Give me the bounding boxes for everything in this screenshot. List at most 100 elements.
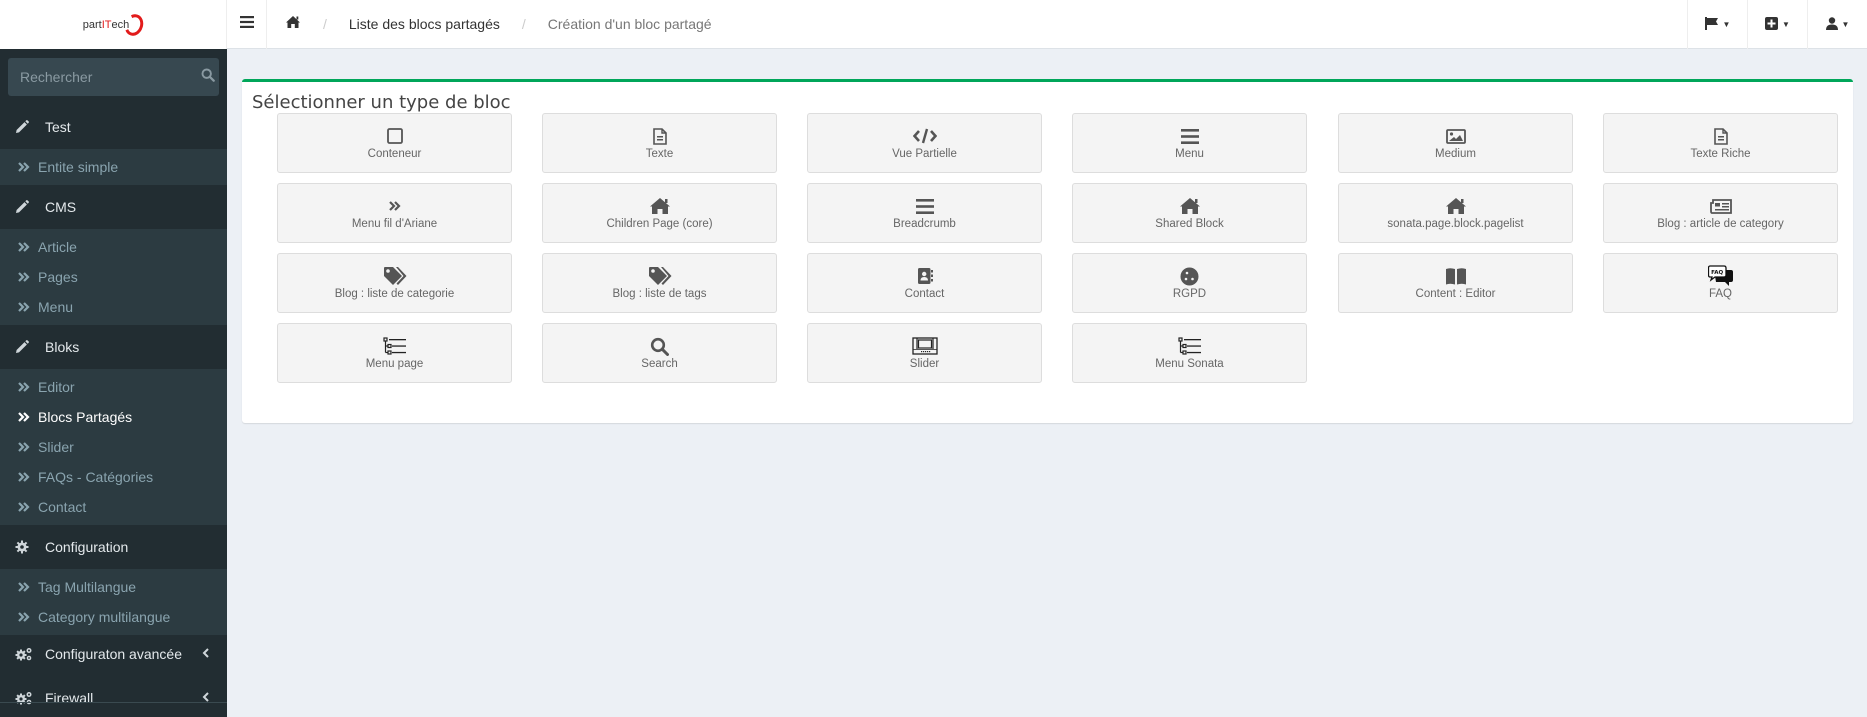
block-type-tile[interactable]: Conteneur <box>277 113 512 173</box>
block-type-label: Search <box>641 358 678 370</box>
block-type-tile[interactable]: sonata.page.block.pagelist <box>1338 183 1573 243</box>
block-type-tile[interactable]: Medium <box>1338 113 1573 173</box>
breadcrumb-separator: / <box>521 16 526 32</box>
block-type-tile[interactable]: Content : Editor <box>1338 253 1573 313</box>
sidebar-item-menu[interactable]: Menu <box>0 292 227 322</box>
block-type-label: Blog : liste de tags <box>612 288 707 300</box>
block-type-tile[interactable]: FAQ FAQ <box>1603 253 1838 313</box>
sidebar-group-configuraton-avanc-e[interactable]: Configuraton avancée <box>0 635 227 672</box>
sidebar-item-category-multilangue[interactable]: Category multilangue <box>0 602 227 632</box>
block-type-label: Menu <box>1175 148 1204 160</box>
block-type-label: Menu fil d'Ariane <box>351 218 438 230</box>
block-type-tile[interactable]: Blog : article de category <box>1603 183 1838 243</box>
sidebar-item-label: Entite simple <box>38 159 119 175</box>
user-menu-button[interactable]: ▼ <box>1807 0 1867 49</box>
sidebar-item-label: FAQs - Catégories <box>38 469 154 485</box>
slider-icon <box>911 336 938 356</box>
block-type-tile[interactable]: Breadcrumb <box>807 183 1042 243</box>
pencil-icon <box>15 200 37 214</box>
block-type-label: FAQ <box>1708 288 1732 300</box>
sidebar: partITech Test Entite simple CMS Article Pag… <box>0 0 227 717</box>
block-type-label: Vue Partielle <box>892 148 957 160</box>
sidebar-group-test[interactable]: Test <box>0 105 227 149</box>
breadcrumb-link[interactable]: Liste des blocs partagés <box>349 16 500 32</box>
sidebar-group-label: Firewall <box>45 689 94 706</box>
sidebar-item-slider[interactable]: Slider <box>0 432 227 462</box>
sidebar-group-label: CMS <box>45 199 77 215</box>
faq-icon: FAQ <box>1707 265 1734 286</box>
block-type-tile[interactable]: Vue Partielle <box>807 113 1042 173</box>
angle-double-right-icon <box>18 410 38 425</box>
page-title: Sélectionner un type de bloc <box>252 92 511 113</box>
sidebar-item-contact[interactable]: Contact <box>0 492 227 522</box>
block-type-tile[interactable]: Search <box>542 323 777 383</box>
svg-text:FAQ: FAQ <box>1711 270 1723 276</box>
sidebar-submenu: Editor Blocs Partagés Slider FAQs - Catégor… <box>0 369 227 525</box>
block-type-tile[interactable]: Menu fil d'Ariane <box>277 183 512 243</box>
user-icon <box>1825 16 1838 33</box>
angle-double-right-icon <box>18 300 38 315</box>
sidebar-item-blocs-partages[interactable]: Blocs Partagés <box>0 402 227 432</box>
block-type-tile[interactable]: Blog : liste de tags <box>542 253 777 313</box>
sidebar-item-label: Contact <box>38 499 87 515</box>
block-type-label: Texte Riche <box>1690 148 1751 160</box>
block-type-label: Breadcrumb <box>893 218 956 230</box>
newspaper-icon <box>1709 196 1732 216</box>
sidebar-item-article[interactable]: Article <box>0 232 227 262</box>
logo[interactable]: part IT ech <box>0 0 227 49</box>
language-menu-button[interactable]: ▼ <box>1687 0 1747 49</box>
plus-square-icon <box>1765 16 1779 33</box>
search-icon[interactable] <box>201 68 215 87</box>
angle-double-right-icon <box>18 240 38 255</box>
sidebar-group-configuration[interactable]: Configuration <box>0 525 227 569</box>
sidebar-item-editor[interactable]: Editor <box>0 372 227 402</box>
file-text-icon <box>652 126 667 146</box>
caret-down-icon: ▼ <box>1722 20 1731 29</box>
block-type-tile[interactable]: Shared Block <box>1072 183 1307 243</box>
sidebar-item-tag-multilangue[interactable]: Tag Multilangue <box>0 572 227 602</box>
caret-down-icon: ▼ <box>1841 20 1850 29</box>
block-type-tile[interactable]: Slider <box>807 323 1042 383</box>
home-icon[interactable] <box>285 15 301 33</box>
sidebar-group-cms[interactable]: CMS <box>0 185 227 229</box>
angle-double-right-icon <box>388 196 401 216</box>
logo-swirl-icon <box>122 11 147 38</box>
square-icon <box>386 126 403 146</box>
gears-icon <box>15 647 37 661</box>
block-type-tile[interactable]: Menu Sonata <box>1072 323 1307 383</box>
bars-icon <box>239 15 254 33</box>
breadcrumb-separator: / <box>323 16 327 32</box>
search-input[interactable] <box>20 69 201 85</box>
sidebar-group-label: Configuraton avancée <box>45 645 182 662</box>
sidebar-item-entite-simple[interactable]: Entite simple <box>0 152 227 182</box>
sidebar-group-firewall[interactable]: Firewall <box>0 679 227 716</box>
tree-list-icon <box>382 336 407 356</box>
block-type-tile[interactable]: Children Page (core) <box>542 183 777 243</box>
block-type-tile[interactable]: Menu page <box>277 323 512 383</box>
block-type-label: Menu Sonata <box>1155 358 1224 370</box>
block-type-label: Blog : article de category <box>1657 218 1784 230</box>
sidebar-item-label: Editor <box>38 379 75 395</box>
sidebar-item-pages[interactable]: Pages <box>0 262 227 292</box>
block-type-label: Texte <box>645 148 674 160</box>
block-type-label: Content : Editor <box>1415 288 1496 300</box>
block-type-tile[interactable]: Menu <box>1072 113 1307 173</box>
sidebar-group-bloks[interactable]: Bloks <box>0 325 227 369</box>
block-type-tile[interactable]: RGPD <box>1072 253 1307 313</box>
angle-double-right-icon <box>18 160 38 175</box>
add-menu-button[interactable]: ▼ <box>1747 0 1807 49</box>
block-type-label: sonata.page.block.pagelist <box>1387 218 1524 230</box>
block-type-tile[interactable]: Blog : liste de categorie <box>277 253 512 313</box>
sidebar-item-faqs-categories[interactable]: FAQs - Catégories <box>0 462 227 492</box>
book-open-icon <box>1445 266 1467 286</box>
caret-down-icon: ▼ <box>1782 20 1790 29</box>
block-type-tile[interactable]: Texte <box>542 113 777 173</box>
sidebar-toggle-button[interactable] <box>227 0 267 49</box>
block-type-tile[interactable]: Contact <box>807 253 1042 313</box>
sidebar-submenu: Tag Multilangue Category multilangue <box>0 569 227 635</box>
sidebar-divider <box>0 702 227 703</box>
pencil-icon <box>15 120 37 134</box>
block-type-tile[interactable]: Texte Riche <box>1603 113 1838 173</box>
sidebar-group-label: Test <box>45 119 71 135</box>
flag-icon <box>1704 16 1719 33</box>
